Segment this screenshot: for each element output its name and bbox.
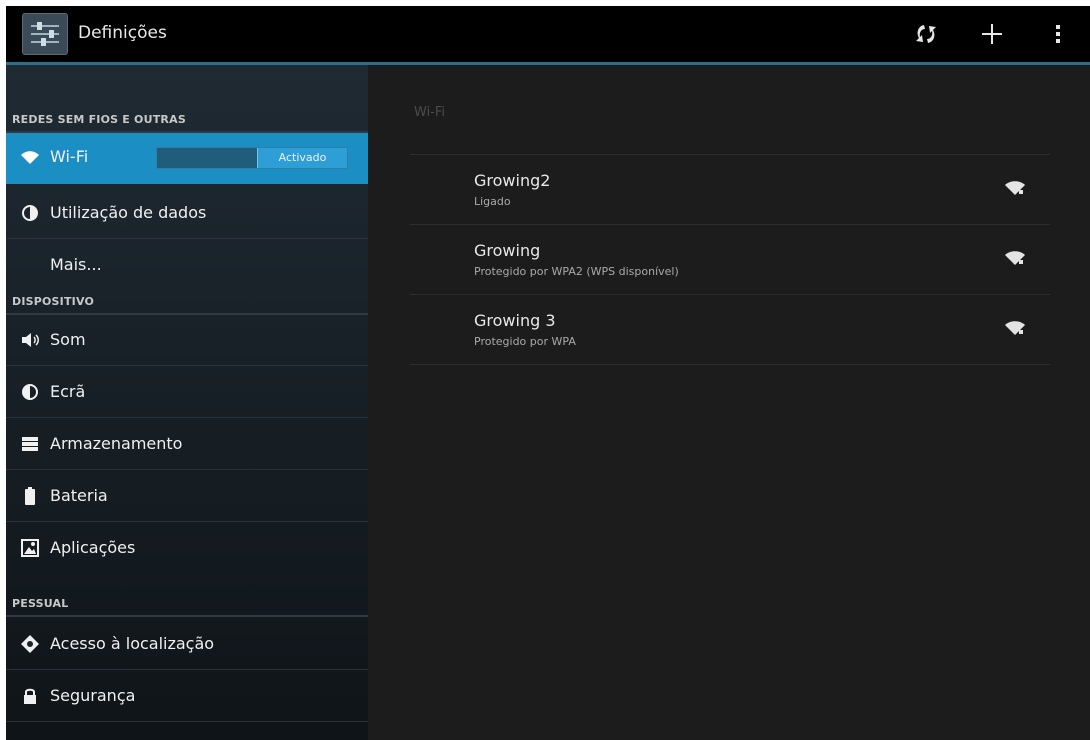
apps-icon [21, 539, 39, 557]
wifi-detail-pane: Wi-Fi Growing2 Ligado Growing Protegido … [368, 65, 1090, 740]
wifi-network-item[interactable]: Growing 3 Protegido por WPA [410, 294, 1050, 365]
network-status: Ligado [474, 195, 511, 208]
sidebar-item-label: Utilização de dados [50, 203, 207, 222]
overflow-menu-icon [1056, 25, 1060, 43]
network-name: Growing [474, 241, 541, 260]
add-icon [982, 24, 1002, 44]
wps-button[interactable] [906, 16, 946, 52]
sidebar-item-security[interactable]: Segurança [6, 671, 368, 722]
network-name: Growing2 [474, 171, 551, 190]
action-bar: Definições [6, 6, 1090, 62]
lock-icon [24, 688, 36, 704]
network-status: Protegido por WPA [474, 335, 576, 348]
network-name: Growing 3 [474, 311, 556, 330]
sidebar-item-apps[interactable]: Aplicações [6, 523, 368, 574]
sidebar-item-label: Aplicações [50, 538, 136, 557]
wifi-toggle-label: Activado [278, 151, 327, 164]
sidebar-item-battery[interactable]: Bateria [6, 471, 368, 522]
wifi-signal-icon [1005, 181, 1025, 195]
wifi-signal-icon [1005, 251, 1025, 265]
sidebar-item-wifi[interactable]: Wi-Fi Activado [6, 133, 368, 184]
battery-icon [25, 487, 35, 505]
wifi-network-item[interactable]: Growing2 Ligado [410, 154, 1050, 224]
section-header-personal: PESSUAL [6, 593, 368, 617]
sidebar-item-display[interactable]: Ecrã [6, 367, 368, 418]
wifi-signal-icon [1005, 321, 1025, 335]
settings-sidebar: REDES SEM FIOS E OUTRAS Wi-Fi Activado U… [6, 65, 368, 740]
sidebar-item-label: Segurança [50, 686, 136, 705]
sidebar-item-label: Som [50, 330, 86, 349]
speaker-icon [22, 333, 39, 347]
sidebar-item-more[interactable]: Mais... [6, 240, 368, 291]
section-header-wireless: REDES SEM FIOS E OUTRAS [6, 109, 368, 133]
overflow-menu-button[interactable] [1038, 16, 1078, 52]
sidebar-item-label: Armazenamento [50, 434, 183, 453]
page-title: Definições [78, 23, 167, 43]
sidebar-item-data-usage[interactable]: Utilização de dados [6, 188, 368, 239]
settings-app-icon[interactable] [22, 13, 68, 55]
sidebar-item-label: Ecrã [50, 382, 86, 401]
sidebar-item-label: Mais... [50, 255, 102, 274]
wps-icon [916, 25, 936, 43]
wifi-toggle-switch[interactable]: Activado [156, 147, 348, 169]
wifi-icon [21, 151, 39, 164]
wifi-pane-title: Wi-Fi [414, 105, 446, 120]
brightness-icon [22, 384, 38, 400]
sidebar-item-label: Wi-Fi [50, 147, 89, 166]
wifi-network-item[interactable]: Growing Protegido por WPA2 (WPS disponív… [410, 224, 1050, 294]
storage-icon [22, 437, 38, 451]
location-icon [21, 635, 39, 653]
add-network-button[interactable] [972, 16, 1012, 52]
sidebar-item-sound[interactable]: Som [6, 315, 368, 366]
sidebar-item-label: Acesso à localização [50, 634, 215, 653]
section-header-device: DISPOSITIVO [6, 291, 368, 315]
sidebar-item-label: Bateria [50, 486, 108, 505]
settings-screen: Definições REDES SEM FIOS E OUTRAS Wi-Fi… [6, 6, 1090, 740]
sidebar-item-storage[interactable]: Armazenamento [6, 419, 368, 470]
network-status: Protegido por WPA2 (WPS disponível) [474, 265, 679, 278]
data-usage-icon [22, 205, 38, 221]
wifi-toggle-knob: Activado [257, 148, 347, 168]
sidebar-item-location[interactable]: Acesso à localização [6, 619, 368, 670]
